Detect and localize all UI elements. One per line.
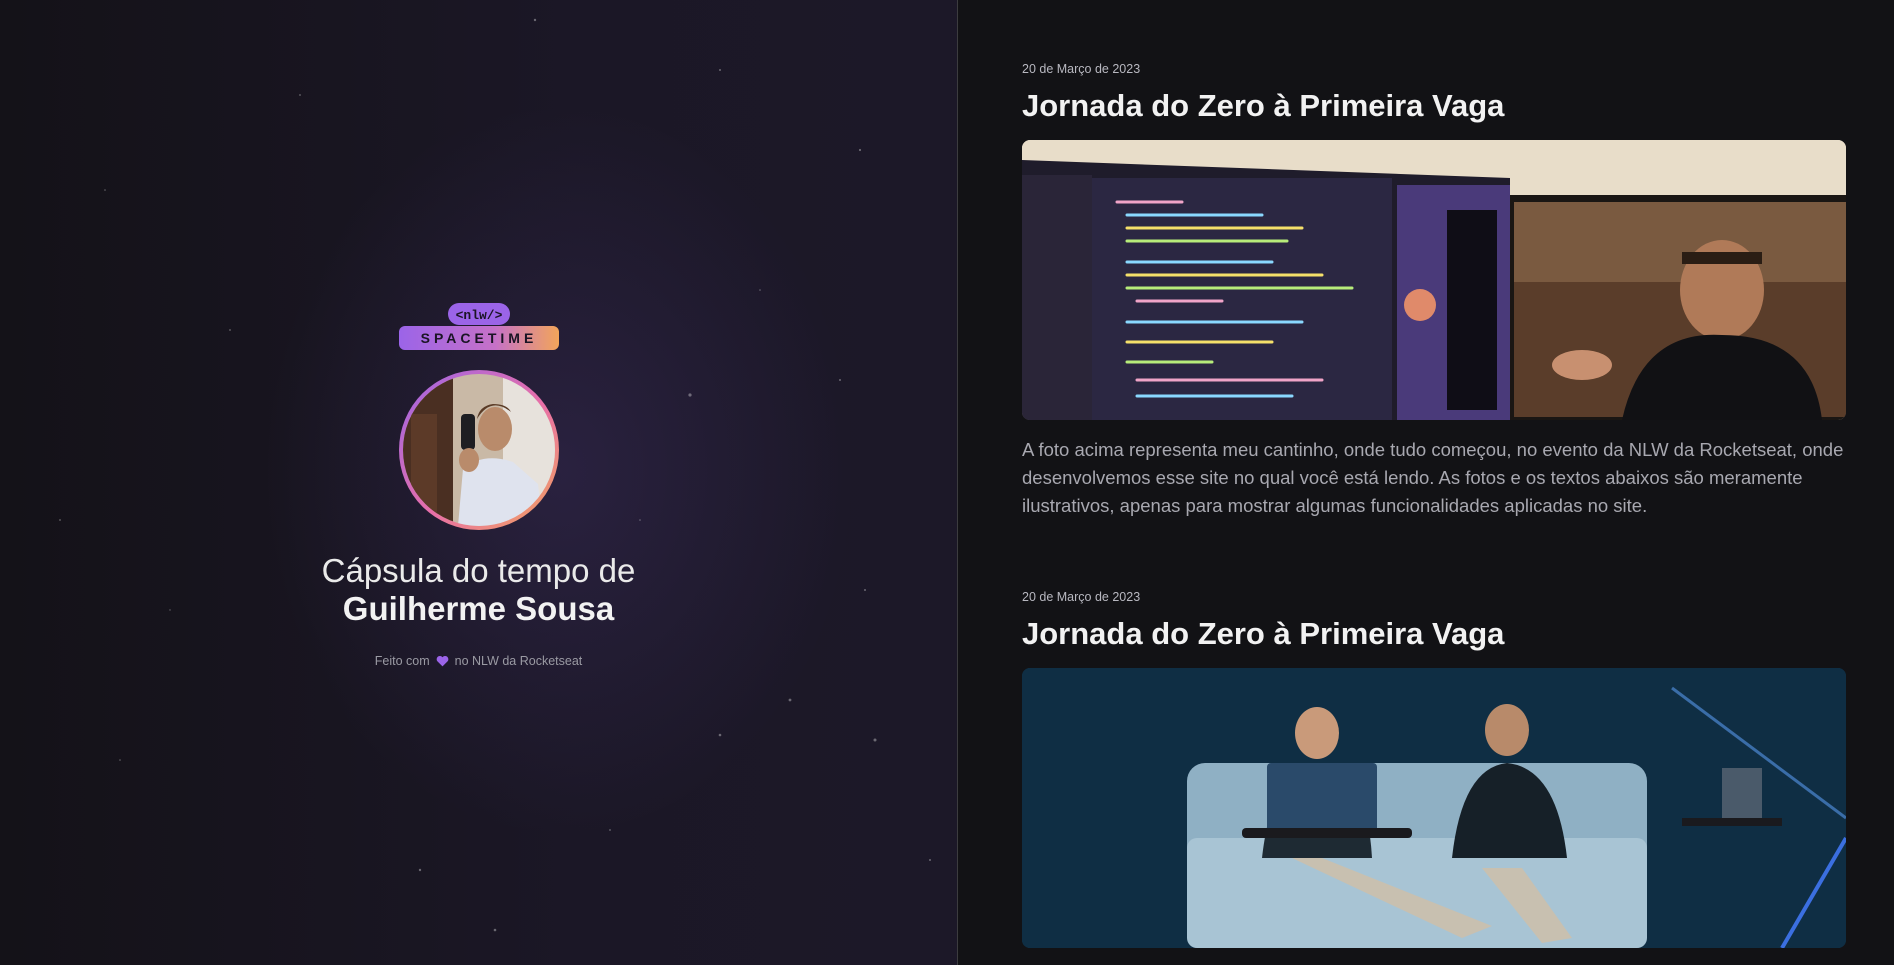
memory-post: 20 de Março de 2023 Jornada do Zero à Pr… [1022,62,1846,520]
avatar-photo [402,374,555,526]
desk-setup-photo [1022,140,1846,420]
avatar [398,370,559,530]
post-title: Jornada do Zero à Primeira Vaga [1022,616,1505,651]
footer-suffix: no NLW da Rocketseat [454,654,583,668]
footer-credit: Feito com no NLW da Rocketseat [375,654,583,668]
post-title: Jornada do Zero à Primeira Vaga [1022,88,1505,123]
footer-prefix: Feito com [374,654,430,668]
post-date: 20 de Março de 2023 [1022,62,1141,76]
page-title-prefix: Cápsula do tempo de [321,552,636,589]
post-image [1022,668,1846,948]
left-panel: <nlw/> SPACETIME Cápsula do tempo de Gui… [0,0,957,965]
profile-section: <nlw/> SPACETIME Cápsula do tempo de Gui… [0,300,957,668]
post-description: A foto acima representa meu cantinho, on… [1022,439,1844,516]
post-date: 20 de Março de 2023 [1022,590,1141,604]
spacetime-logo: <nlw/> SPACETIME [398,303,559,350]
page-title-name: Guilherme Sousa [342,590,615,627]
logo-bottom-text: SPACETIME [420,330,537,346]
heart-icon [436,655,448,667]
memory-post: 20 de Março de 2023 Jornada do Zero à Pr… [1022,590,1846,948]
stage-photo [1022,668,1846,948]
memories-feed[interactable]: 20 de Março de 2023 Jornada do Zero à Pr… [1022,0,1846,965]
post-image [1022,140,1846,420]
panel-divider [957,0,958,965]
logo-top-text: <nlw/> [455,308,502,323]
